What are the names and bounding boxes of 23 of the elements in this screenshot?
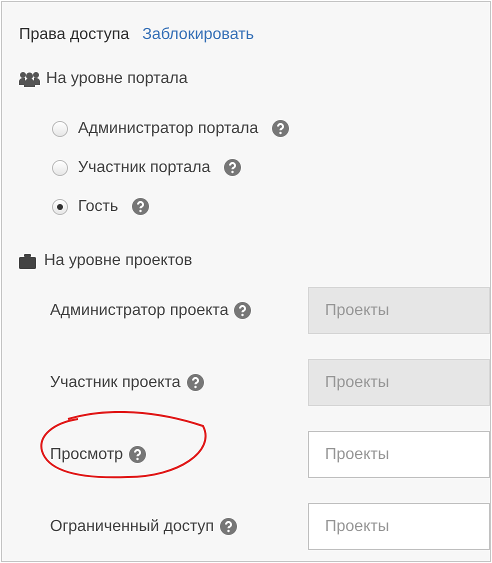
role-label: Просмотр [50,444,124,464]
projects-field[interactable]: Проекты [308,431,490,478]
radio-label[interactable]: Участник портала [78,156,210,180]
block-link[interactable]: Заблокировать [142,23,254,47]
users-icon [19,71,40,87]
radio-button[interactable] [52,160,68,176]
help-icon[interactable] [129,446,146,463]
role-label: Участник проекта [50,372,181,392]
radio-button[interactable] [52,120,68,136]
radio-label[interactable]: Гость [78,194,118,218]
help-icon[interactable] [132,198,150,215]
section-heading: На уровне портала [46,69,188,89]
section-title: Права доступа [19,25,130,45]
section-heading: На уровне проектов [44,251,192,271]
projects-field[interactable]: Проекты [308,503,490,550]
help-icon[interactable] [224,159,242,176]
help-icon[interactable] [220,518,238,535]
radio-label[interactable]: Администратор портала [78,116,258,140]
help-icon[interactable] [272,120,290,137]
briefcase-icon [19,254,36,268]
role-label: Администратор проекта [50,300,228,320]
radio-button[interactable] [52,198,68,214]
role-label: Ограниченный доступ [50,516,214,536]
